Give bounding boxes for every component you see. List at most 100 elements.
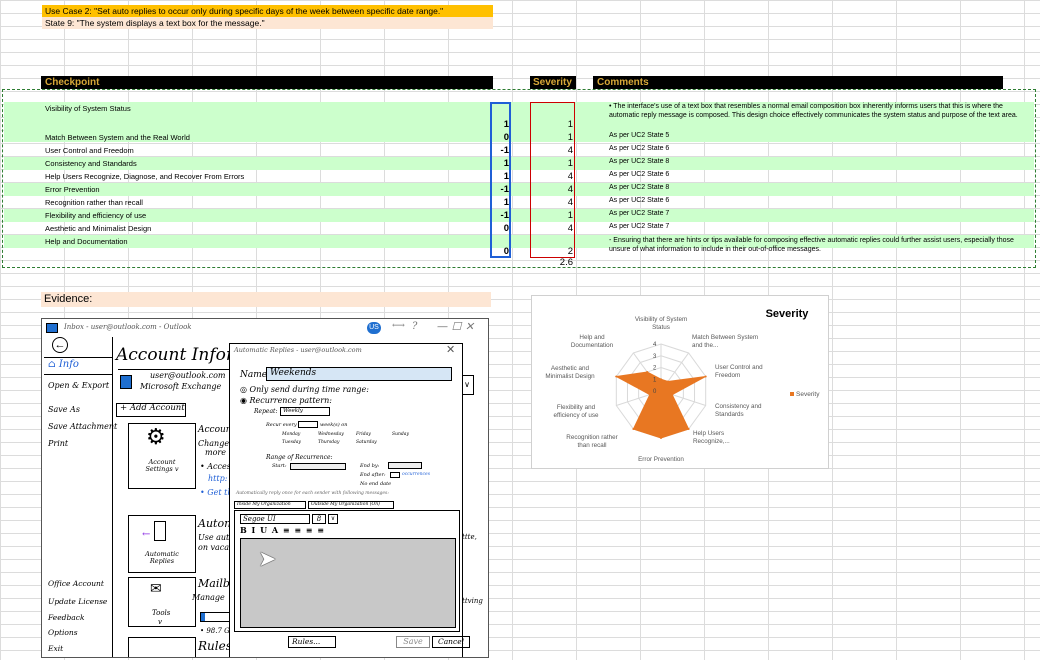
save-button[interactable]: Save <box>396 636 430 648</box>
radar-category-label: Help and Documentation <box>571 334 614 349</box>
day-4[interactable]: Thursday <box>318 440 339 445</box>
account-settings-heading: Accoun <box>198 425 232 435</box>
name-value: Weekends <box>270 368 317 378</box>
menu-divider <box>112 337 113 657</box>
rules-tile[interactable] <box>128 637 196 657</box>
help-button[interactable]: ? <box>412 321 417 332</box>
cancel-button[interactable]: Cancel <box>432 636 470 648</box>
option-recurrence[interactable]: ◉ Recurrence pattern: <box>240 396 332 405</box>
rules-button[interactable]: Rules... <box>288 636 336 648</box>
menu-print[interactable]: Print <box>48 439 68 448</box>
radio-checked-icon: ◉ <box>240 396 247 405</box>
menu-save-attachment[interactable]: Save Attachment <box>48 422 117 431</box>
evidence-label: Evidence: <box>41 292 491 307</box>
menu-info[interactable]: ⌂ Info <box>48 359 79 370</box>
score-cell[interactable]: 1 <box>490 197 511 209</box>
tab-inside-organization[interactable]: Inside My Organization <box>234 501 306 509</box>
comment-cell: - Ensuring that there are hints or tips … <box>609 237 1014 253</box>
severity-cell[interactable]: 1 <box>530 210 575 222</box>
radio-unchecked-icon: ◎ <box>240 385 247 394</box>
user-badge[interactable]: US <box>367 322 381 334</box>
account-type: Microsoft Exchange <box>140 382 222 391</box>
day-2[interactable]: Tuesday <box>282 440 301 445</box>
day-5[interactable]: Friday <box>356 432 371 437</box>
score-cell[interactable]: -1 <box>490 210 511 222</box>
menu-info-label: Info <box>58 359 79 370</box>
menu-update-license[interactable]: Update License <box>48 597 107 606</box>
account-settings-text: Account Settings <box>145 458 176 473</box>
menu-office-account[interactable]: Office Account <box>48 579 104 588</box>
access-link[interactable]: http: <box>208 474 227 483</box>
severity-average: 2.6 <box>559 257 573 268</box>
share-icon[interactable]: ⟷ <box>392 321 405 331</box>
day-6[interactable]: Saturday <box>356 440 377 445</box>
reply-arrow-icon: ← <box>142 529 151 540</box>
radar-category-label: Match Between System and the... <box>692 334 758 349</box>
end-by-option[interactable]: End by: <box>360 463 379 469</box>
severity-cell[interactable]: 4 <box>530 171 575 183</box>
auto-reply-door-icon <box>154 521 166 541</box>
score-cell[interactable]: 1 <box>490 158 511 170</box>
severity-cell[interactable]: 1 <box>530 158 575 170</box>
end-after-input[interactable] <box>390 472 400 478</box>
comment-cell: As per UC2 State 8 <box>609 184 670 191</box>
menu-feedback[interactable]: Feedback <box>48 613 85 622</box>
day-3[interactable]: Wednesday <box>318 432 344 437</box>
tools-tile[interactable] <box>128 577 196 627</box>
font-select[interactable]: Segoe UI <box>240 514 310 524</box>
chart-title: Severity <box>766 308 810 320</box>
right-text-2: ttving <box>462 597 483 605</box>
score-cell[interactable]: -1 <box>490 145 511 157</box>
automatic-replies-desc: Use aut <box>198 533 230 542</box>
score-cell[interactable]: 0 <box>490 246 511 258</box>
score-cell[interactable]: 1 <box>490 171 511 183</box>
right-text-1: ttte, <box>462 533 477 541</box>
radar-data-point <box>648 393 651 396</box>
score-cell[interactable]: 1 <box>490 119 511 131</box>
end-by-date-picker[interactable] <box>388 462 422 469</box>
tab-outside-organization[interactable]: Outside My Organization (On) <box>308 501 394 509</box>
severity-cell[interactable]: 1 <box>530 119 575 131</box>
get-app-link[interactable]: • Get th <box>200 488 233 497</box>
use-case-state: State 9: "The system displays a text box… <box>42 17 493 29</box>
radar-category-label: User Control and Freedom <box>715 364 763 379</box>
end-after-option[interactable]: End after: <box>360 472 386 478</box>
comment-cell: As per UC2 State 6 <box>609 197 670 204</box>
radar-data-point <box>615 375 618 378</box>
day-7[interactable]: Sunday <box>392 432 409 437</box>
font-size-chevron-icon[interactable]: ∨ <box>328 514 338 524</box>
start-date-picker[interactable] <box>290 463 346 470</box>
radar-svg: 01234Visibility of System StatusMatch Bet… <box>545 308 820 463</box>
severity-cell[interactable]: 4 <box>530 223 575 235</box>
font-size-select[interactable]: 8 <box>312 514 326 524</box>
option-recurrence-label: Recurrence pattern: <box>249 396 332 405</box>
window-controls-icon[interactable]: — ☐ ✕ <box>437 320 474 333</box>
comment-cell: As per UC2 State 7 <box>609 210 670 217</box>
menu-exit[interactable]: Exit <box>48 644 63 653</box>
day-1[interactable]: Monday <box>282 432 300 437</box>
comments-header: Comments <box>593 76 1003 89</box>
format-toolbar[interactable]: B I U A ≡ ≡ ≡ ≡ <box>240 525 325 535</box>
auto-reply-note: Automatically reply once for each sender… <box>236 491 389 496</box>
severity-cell[interactable]: 1 <box>530 132 575 144</box>
menu-open-export[interactable]: Open & Export <box>48 381 109 390</box>
recur-every-input[interactable] <box>298 421 318 428</box>
score-cell[interactable]: 0 <box>490 132 511 144</box>
menu-options[interactable]: Options <box>48 628 78 637</box>
dialog-close-icon[interactable]: ✕ <box>446 343 455 356</box>
no-end-date-option[interactable]: No end date <box>360 481 391 487</box>
add-account-label: + Add Account <box>120 403 185 413</box>
menu-save-as[interactable]: Save As <box>48 405 80 414</box>
option-time-range[interactable]: ◎ Only send during time range: <box>240 385 369 394</box>
severity-cell[interactable]: 4 <box>530 184 575 196</box>
start-label: Start: <box>272 463 287 469</box>
severity-cell[interactable]: 4 <box>530 197 575 209</box>
severity-cell[interactable]: 4 <box>530 145 575 157</box>
repeat-select[interactable]: Weekly <box>280 407 330 416</box>
back-arrow-icon[interactable]: ← <box>52 337 68 353</box>
repeat-label: Repeat: <box>254 408 278 415</box>
radar-data-point <box>687 428 690 431</box>
score-cell[interactable]: -1 <box>490 184 511 196</box>
tools-caret: v <box>158 618 162 626</box>
score-cell[interactable]: 0 <box>490 223 511 235</box>
